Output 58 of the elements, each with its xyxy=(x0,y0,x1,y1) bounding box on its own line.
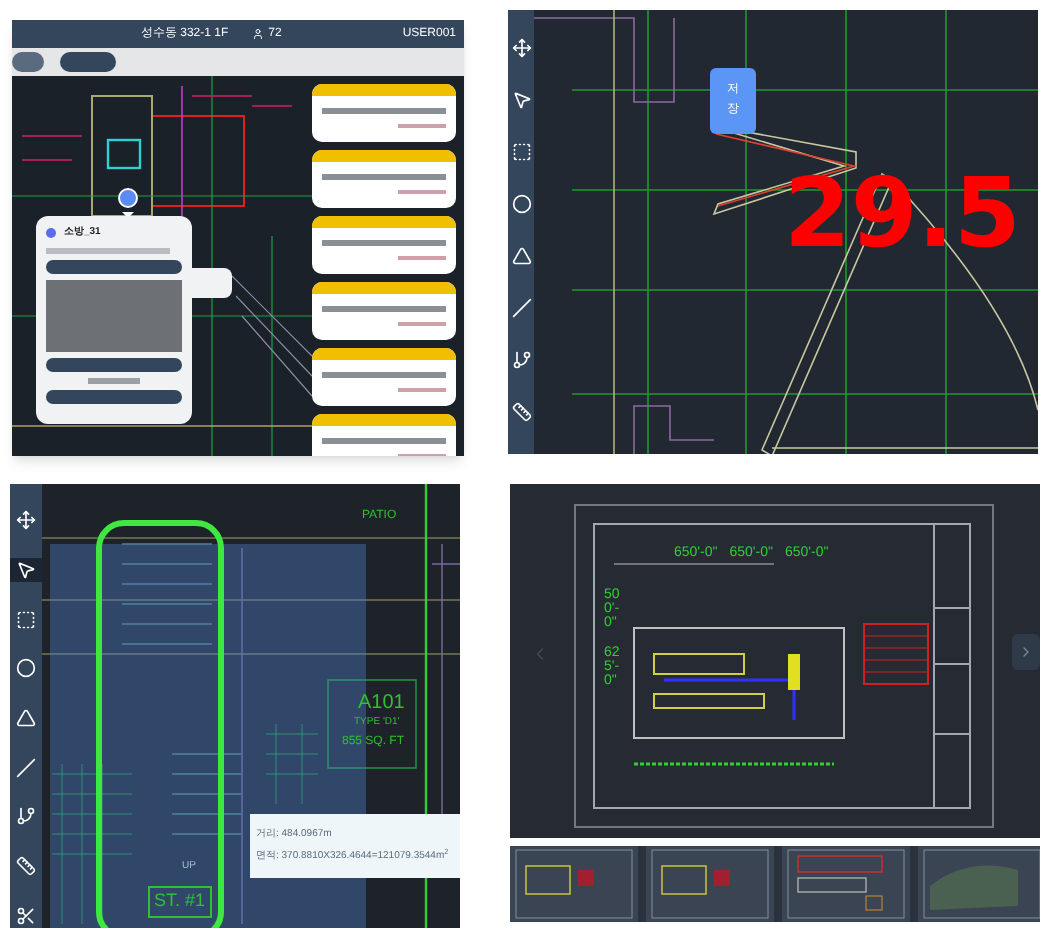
move-icon xyxy=(511,38,531,58)
tool-button[interactable] xyxy=(508,34,534,62)
polyline-icon xyxy=(511,350,531,370)
issue-card[interactable] xyxy=(312,348,456,406)
tool-button[interactable] xyxy=(508,398,534,426)
text-line-placeholder xyxy=(322,240,446,246)
location-pin-icon xyxy=(118,188,138,220)
text-line-placeholder xyxy=(398,322,446,326)
tool-button[interactable] xyxy=(508,346,534,374)
rectangle-icon xyxy=(16,609,36,630)
text-line-placeholder xyxy=(398,124,446,128)
tool-button[interactable] xyxy=(508,294,534,322)
tool-button[interactable] xyxy=(10,557,42,583)
stair-label: ST. #1 xyxy=(148,886,212,917)
move-icon xyxy=(16,510,36,531)
sheet-thumbnail[interactable] xyxy=(918,846,1040,922)
issue-card[interactable] xyxy=(312,282,456,340)
text-line-placeholder xyxy=(322,306,446,312)
pill-button[interactable] xyxy=(46,389,182,403)
scissors-icon xyxy=(16,905,36,926)
text-line-placeholder xyxy=(322,372,446,378)
text-line-placeholder xyxy=(46,247,170,253)
triangle-icon xyxy=(511,246,531,266)
user-icon xyxy=(252,28,265,40)
text-line-placeholder xyxy=(322,108,446,114)
photo-placeholder xyxy=(46,279,182,351)
text-line-placeholder xyxy=(398,388,446,392)
room-number: A101 xyxy=(358,690,405,717)
rectangle-icon xyxy=(511,142,531,162)
tool-button[interactable] xyxy=(508,242,534,270)
sheet-thumbnail[interactable] xyxy=(646,846,774,922)
pointer-icon xyxy=(16,560,36,580)
issue-card[interactable] xyxy=(312,150,456,208)
issue-card[interactable] xyxy=(312,84,456,142)
text-line-placeholder xyxy=(398,190,446,194)
ruler-icon xyxy=(511,402,531,422)
triangle-icon xyxy=(16,708,36,729)
tool-button[interactable] xyxy=(508,190,534,218)
issue-card[interactable] xyxy=(312,216,456,274)
text-line-placeholder xyxy=(322,174,446,180)
pointer-icon xyxy=(511,90,531,110)
line-icon xyxy=(511,298,531,318)
pill-button[interactable] xyxy=(12,52,44,72)
text-line-placeholder xyxy=(88,377,140,383)
pill-button[interactable] xyxy=(46,357,182,371)
pill-button[interactable] xyxy=(46,259,182,273)
polyline-icon xyxy=(16,806,36,827)
text-line-placeholder xyxy=(322,438,446,444)
pill-button[interactable] xyxy=(60,52,116,72)
line-icon xyxy=(16,757,36,778)
tool-button[interactable] xyxy=(508,138,534,166)
issue-card[interactable] xyxy=(312,414,456,456)
text-line-placeholder xyxy=(398,256,446,260)
sheet-thumbnail[interactable] xyxy=(510,846,638,922)
circle-icon xyxy=(16,658,36,679)
ruler-icon xyxy=(16,856,36,877)
sheet-thumbnail[interactable] xyxy=(782,846,910,922)
circle-icon xyxy=(511,194,531,214)
